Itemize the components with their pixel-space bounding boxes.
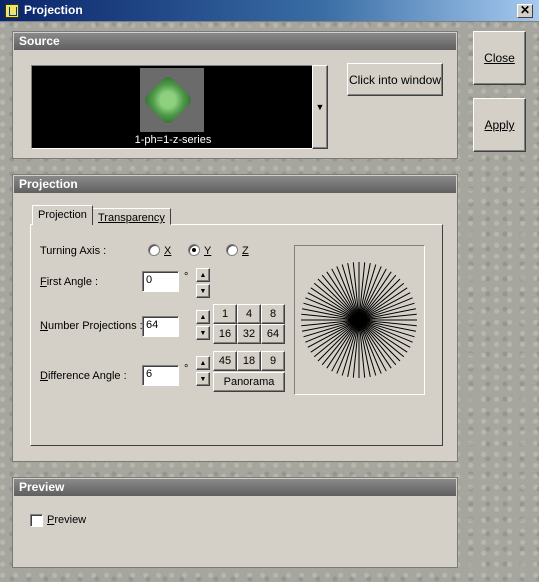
chevron-down-icon: ▼: [315, 102, 325, 112]
projection-rays-preview: [294, 245, 425, 395]
preset-4-button[interactable]: 4: [237, 304, 261, 324]
first-angle-up-button[interactable]: ▲: [196, 268, 210, 282]
axis-z-label: Z: [242, 245, 249, 257]
difference-angle-input[interactable]: 6: [142, 365, 179, 386]
number-projections-down-button[interactable]: ▼: [196, 326, 210, 340]
tab-projection[interactable]: Projection: [32, 205, 93, 225]
projection-heading: Projection: [14, 176, 456, 193]
close-button[interactable]: Close: [473, 31, 526, 85]
arrow-up-icon: ▲: [199, 359, 207, 367]
tab-transparency[interactable]: Transparency: [92, 208, 171, 225]
preview-panel: Preview Preview: [12, 477, 458, 568]
close-label: Close: [484, 51, 515, 65]
difference-angle-down-button[interactable]: ▼: [196, 372, 210, 386]
source-heading: Source: [14, 33, 456, 50]
preview-checkbox-label: Preview: [47, 514, 87, 526]
difference-angle-up-button[interactable]: ▲: [196, 356, 210, 370]
arrow-down-icon: ▼: [199, 287, 207, 295]
source-dropdown-button[interactable]: ▼: [312, 65, 328, 149]
axis-z-radio[interactable]: [226, 244, 238, 256]
arrow-up-icon: ▲: [199, 271, 207, 279]
click-into-window-button[interactable]: Click into window: [347, 63, 443, 96]
first-angle-unit: °: [184, 271, 189, 283]
window-close-button[interactable]: ✕: [517, 4, 533, 18]
arrow-down-icon: ▼: [199, 329, 207, 337]
preview-heading: Preview: [14, 479, 456, 496]
projection-window: Projection ✕ Source 1-ph=1-z-series ▼ Cl…: [0, 0, 539, 582]
number-projections-up-button[interactable]: ▲: [196, 310, 210, 324]
first-angle-input[interactable]: 0: [142, 271, 179, 292]
first-angle-down-button[interactable]: ▼: [196, 284, 210, 298]
axis-x-label: X: [164, 245, 172, 257]
axis-y-radio[interactable]: [188, 244, 200, 256]
thumbnail-caption: 1-ph=1-z-series: [134, 134, 212, 146]
turning-axis-label: Turning Axis :: [40, 245, 107, 257]
preset-18-button[interactable]: 18: [237, 351, 261, 371]
rays-graphic: [301, 262, 417, 378]
difference-angle-unit: °: [184, 363, 189, 375]
number-projections-input[interactable]: 64: [142, 316, 179, 337]
source-thumbnail: [140, 68, 204, 132]
preset-45-button[interactable]: 45: [213, 351, 237, 371]
source-image-selector[interactable]: 1-ph=1-z-series: [31, 65, 313, 149]
window-title: Projection: [24, 3, 83, 17]
arrow-down-icon: ▼: [199, 375, 207, 383]
projection-panel: Projection Projection Transparency Turni…: [12, 174, 458, 462]
panorama-button[interactable]: Panorama: [213, 372, 285, 392]
preset-32-button[interactable]: 32: [237, 324, 261, 344]
preset-9-button[interactable]: 9: [261, 351, 285, 371]
apply-label: Apply: [484, 118, 515, 132]
preset-16-button[interactable]: 16: [213, 324, 237, 344]
preview-checkbox[interactable]: [30, 514, 43, 527]
preset-64-button[interactable]: 64: [261, 324, 285, 344]
first-angle-label: First Angle :: [40, 276, 99, 288]
title-bar[interactable]: Projection ✕: [0, 0, 539, 22]
preset-1-button[interactable]: 1: [213, 304, 237, 324]
arrow-up-icon: ▲: [199, 313, 207, 321]
axis-x-radio[interactable]: [148, 244, 160, 256]
thumbnail-specimen: [142, 74, 194, 126]
preset-8-button[interactable]: 8: [261, 304, 285, 324]
app-icon: [5, 4, 19, 18]
first-angle-label-rest: irst Angle :: [46, 276, 99, 288]
difference-angle-label: Difference Angle :: [40, 370, 127, 382]
tab-projection-label: Projection: [38, 209, 87, 221]
source-panel: Source 1-ph=1-z-series ▼ Click into wind…: [12, 31, 458, 159]
axis-y-label: Y: [204, 245, 212, 257]
number-projections-label: Number Projections :: [40, 320, 143, 332]
tab-transparency-label: Transparency: [98, 212, 165, 224]
apply-button[interactable]: Apply: [473, 98, 526, 152]
